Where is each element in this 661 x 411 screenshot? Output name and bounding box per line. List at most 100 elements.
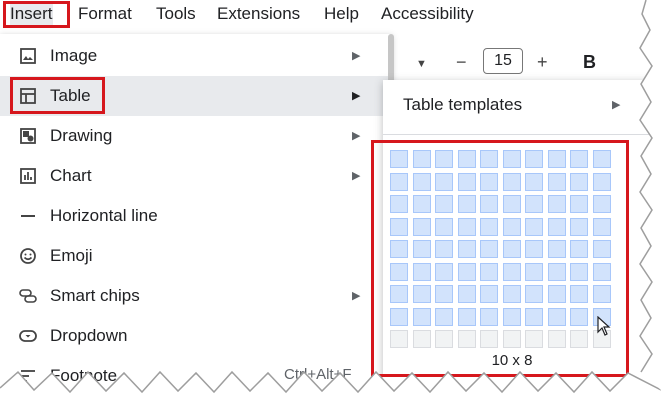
grid-cell[interactable]	[570, 307, 588, 326]
grid-cell[interactable]	[412, 262, 431, 281]
grid-cell[interactable]	[547, 240, 566, 258]
grid-cell[interactable]	[547, 262, 566, 281]
grid-cell[interactable]	[502, 307, 521, 326]
menu-item-drawing[interactable]: Drawing ▶	[0, 116, 392, 156]
grid-cell[interactable]	[570, 262, 588, 281]
grid-cell[interactable]	[390, 307, 408, 326]
grid-cell[interactable]	[480, 195, 498, 213]
decrease-font-button[interactable]: −	[456, 51, 467, 73]
grid-cell[interactable]	[547, 307, 566, 326]
menu-item-horizontal-line[interactable]: Horizontal line	[0, 196, 392, 236]
grid-cell[interactable]	[570, 150, 588, 168]
menu-help[interactable]: Help	[324, 3, 359, 25]
grid-cell[interactable]	[412, 150, 431, 168]
grid-cell[interactable]	[457, 172, 476, 191]
grid-cell[interactable]	[502, 262, 521, 281]
chevron-down-icon[interactable]: ▼	[416, 53, 427, 75]
menu-format[interactable]: Format	[78, 3, 132, 25]
grid-cell[interactable]	[547, 172, 566, 191]
grid-cell[interactable]	[480, 217, 498, 236]
grid-cell[interactable]	[390, 150, 408, 168]
menu-tools[interactable]: Tools	[156, 3, 196, 25]
grid-cell[interactable]	[435, 307, 453, 326]
grid-cell[interactable]	[570, 217, 588, 236]
grid-cell[interactable]	[547, 195, 566, 213]
grid-cell[interactable]	[480, 307, 498, 326]
grid-cell[interactable]	[525, 330, 543, 348]
grid-cell[interactable]	[435, 262, 453, 281]
grid-cell[interactable]	[412, 330, 431, 348]
grid-cell[interactable]	[412, 307, 431, 326]
grid-cell[interactable]	[570, 285, 588, 303]
menu-item-chart[interactable]: Chart ▶	[0, 156, 392, 196]
grid-cell[interactable]	[570, 172, 588, 191]
grid-cell[interactable]	[435, 195, 453, 213]
grid-cell[interactable]	[435, 217, 453, 236]
grid-cell[interactable]	[547, 217, 566, 236]
grid-cell[interactable]	[457, 195, 476, 213]
grid-cell[interactable]	[457, 150, 476, 168]
grid-cell[interactable]	[525, 240, 543, 258]
grid-cell[interactable]	[435, 150, 453, 168]
grid-cell[interactable]	[435, 172, 453, 191]
grid-cell[interactable]	[480, 150, 498, 168]
menu-insert[interactable]: Insert	[10, 3, 53, 25]
grid-cell[interactable]	[525, 307, 543, 326]
grid-cell[interactable]	[592, 172, 611, 191]
grid-cell[interactable]	[547, 285, 566, 303]
grid-cell[interactable]	[570, 240, 588, 258]
grid-cell[interactable]	[525, 285, 543, 303]
menu-extensions[interactable]: Extensions	[217, 3, 300, 25]
grid-cell[interactable]	[502, 285, 521, 303]
bold-button[interactable]: B	[583, 51, 596, 73]
grid-cell[interactable]	[525, 262, 543, 281]
menu-item-emoji[interactable]: Emoji	[0, 236, 392, 276]
grid-cell[interactable]	[457, 262, 476, 281]
menu-accessibility[interactable]: Accessibility	[381, 3, 474, 25]
grid-cell[interactable]	[390, 285, 408, 303]
grid-cell[interactable]	[412, 285, 431, 303]
grid-cell[interactable]	[570, 330, 588, 348]
grid-cell[interactable]	[592, 195, 611, 213]
grid-cell[interactable]	[390, 217, 408, 236]
menu-item-footnote[interactable]: Footnote Ctrl+Alt+F	[0, 356, 392, 396]
grid-cell[interactable]	[525, 150, 543, 168]
grid-cell[interactable]	[502, 217, 521, 236]
grid-cell[interactable]	[390, 172, 408, 191]
grid-cell[interactable]	[480, 172, 498, 191]
grid-cell[interactable]	[592, 262, 611, 281]
grid-cell[interactable]	[502, 195, 521, 213]
grid-cell[interactable]	[592, 285, 611, 303]
grid-cell[interactable]	[390, 240, 408, 258]
grid-cell[interactable]	[457, 307, 476, 326]
grid-cell[interactable]	[480, 330, 498, 348]
grid-cell[interactable]	[592, 150, 611, 168]
grid-cell[interactable]	[457, 330, 476, 348]
grid-cell[interactable]	[435, 285, 453, 303]
grid-cell[interactable]	[412, 240, 431, 258]
grid-cell[interactable]	[502, 172, 521, 191]
grid-cell[interactable]	[412, 217, 431, 236]
menu-item-dropdown[interactable]: Dropdown	[0, 316, 392, 356]
grid-cell[interactable]	[592, 217, 611, 236]
grid-cell[interactable]	[390, 195, 408, 213]
menu-item-table[interactable]: Table ▶	[0, 76, 392, 116]
grid-cell[interactable]	[525, 172, 543, 191]
grid-cell[interactable]	[390, 330, 408, 348]
increase-font-button[interactable]: +	[537, 51, 548, 73]
grid-cell[interactable]	[412, 172, 431, 191]
grid-cell[interactable]	[525, 217, 543, 236]
table-templates-item[interactable]: Table templates	[403, 94, 522, 116]
grid-cell[interactable]	[502, 150, 521, 168]
grid-cell[interactable]	[457, 285, 476, 303]
menu-item-smart-chips[interactable]: Smart chips ▶	[0, 276, 392, 316]
grid-cell[interactable]	[592, 240, 611, 258]
grid-cell[interactable]	[547, 150, 566, 168]
menu-item-image[interactable]: Image ▶	[0, 36, 392, 76]
grid-cell[interactable]	[480, 285, 498, 303]
grid-cell[interactable]	[547, 330, 566, 348]
grid-cell[interactable]	[390, 262, 408, 281]
grid-cell[interactable]	[502, 240, 521, 258]
grid-cell[interactable]	[525, 195, 543, 213]
grid-cell[interactable]	[435, 330, 453, 348]
